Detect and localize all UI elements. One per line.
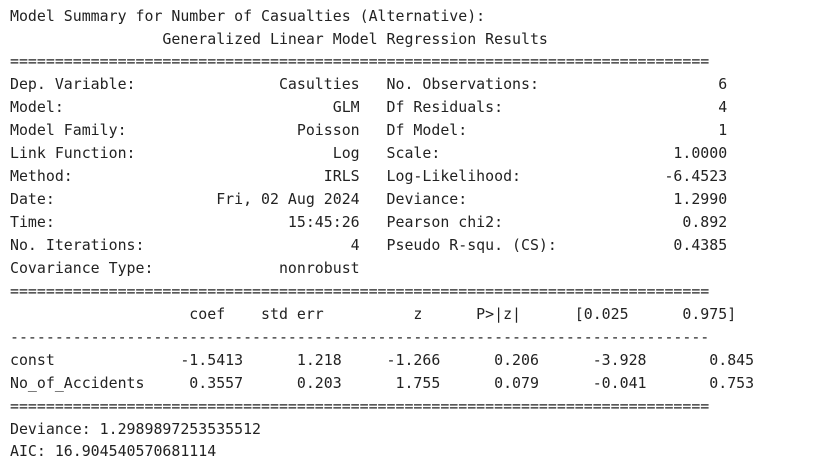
double-separator-middle: ========================================… xyxy=(10,282,710,300)
info-row-model: Model: GLM Df Residuals: 4 xyxy=(10,98,728,116)
double-separator-top: ========================================… xyxy=(10,52,710,70)
double-separator-bottom: ========================================… xyxy=(10,397,710,415)
info-row-link-function: Link Function: Log Scale: 1.0000 xyxy=(10,144,728,162)
info-row-covariance-type: Covariance Type: nonrobust xyxy=(10,259,360,277)
info-row-model-family: Model Family: Poisson Df Model: 1 xyxy=(10,121,728,139)
results-title: Generalized Linear Model Regression Resu… xyxy=(10,30,548,48)
heading-line: Model Summary for Number of Casualties (… xyxy=(10,7,486,25)
info-row-method: Method: IRLS Log-Likelihood: -6.4523 xyxy=(10,167,728,185)
info-row-dep-variable: Dep. Variable: Casulties No. Observation… xyxy=(10,75,728,93)
deviance-line: Deviance: 1.2989897253535512 xyxy=(10,420,262,438)
aic-line: AIC: 16.904540570681114 xyxy=(10,442,217,460)
single-separator: ----------------------------------------… xyxy=(10,328,710,346)
coef-table-header: coef std err z P>|z| [0.025 0.975] xyxy=(10,305,737,323)
info-row-iterations: No. Iterations: 4 Pseudo R-squ. (CS): 0.… xyxy=(10,236,728,254)
info-row-date: Date: Fri, 02 Aug 2024 Deviance: 1.2990 xyxy=(10,190,728,208)
coef-row-no-of-accidents: No_of_Accidents 0.3557 0.203 1.755 0.079… xyxy=(10,374,755,392)
coef-row-const: const -1.5413 1.218 -1.266 0.206 -3.928 … xyxy=(10,351,755,369)
info-row-time: Time: 15:45:26 Pearson chi2: 0.892 xyxy=(10,213,728,231)
